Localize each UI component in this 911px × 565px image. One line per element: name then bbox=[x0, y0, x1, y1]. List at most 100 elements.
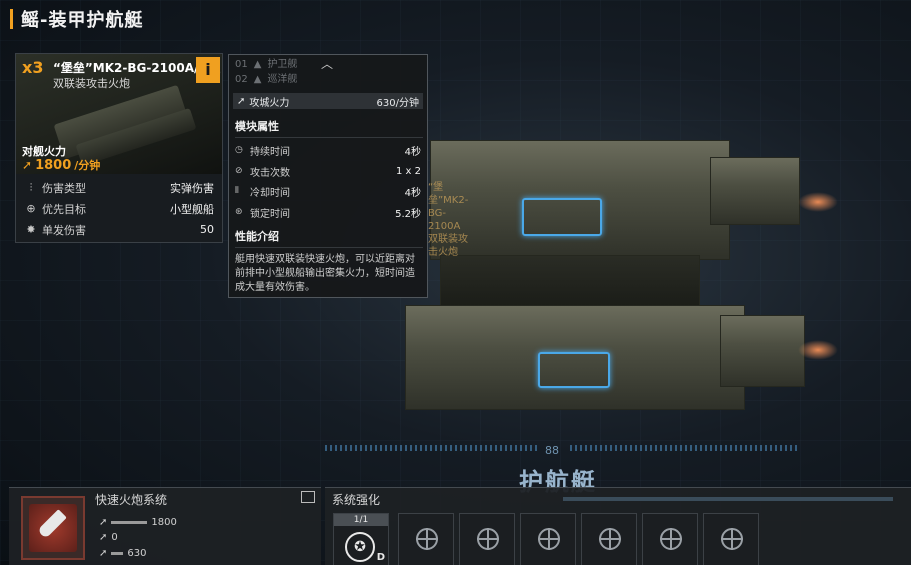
ship-mid-frame bbox=[440, 255, 700, 310]
stat-label: 单发伤害 bbox=[42, 223, 86, 237]
firepower-number: 1800 bbox=[35, 157, 72, 173]
ship-upper-engine bbox=[710, 157, 800, 225]
title-bar: 鳐-装甲护航艇 bbox=[10, 6, 143, 32]
stat-row: ✸ 单发伤害 50 bbox=[16, 219, 222, 240]
firepower-unit: /分钟 bbox=[74, 159, 101, 172]
system-stat-value: 0 bbox=[111, 532, 118, 543]
module-row: ⫴ 冷却时间 4秒 bbox=[235, 182, 421, 200]
module-row: ⊛ 锁定时间 5.2秒 bbox=[235, 203, 421, 221]
system-stat-row: ➚ 630 bbox=[99, 548, 146, 559]
turret-highlight-upper[interactable] bbox=[522, 198, 602, 236]
hits-icon: ⊘ bbox=[235, 166, 243, 176]
divider bbox=[235, 137, 423, 138]
stat-row: ⫶ 伤害类型 实弹伤害 bbox=[16, 177, 222, 198]
crosshair-icon bbox=[721, 528, 743, 550]
ship-type-icon: ▲ bbox=[253, 74, 262, 85]
ship-type-name: 护卫舰 bbox=[267, 59, 298, 70]
arrow-icon: ➚ bbox=[99, 548, 108, 559]
perf-description: 艇用快速双联装快速火炮，可以近距离对前排中小型舰船输出密集火力，短时间造成大量有… bbox=[235, 254, 415, 293]
module-label: 攻击次数 bbox=[250, 167, 290, 179]
engine-glow-lower bbox=[798, 340, 838, 360]
stat-value: 小型舰船 bbox=[170, 202, 214, 216]
info-button[interactable]: i bbox=[196, 57, 220, 83]
weapon-tooltip: 01 ▲ 护卫舰 02 ▲ 巡洋舰 ︿ ➚ 攻城火力 630/分钟 模块属性 ◷… bbox=[228, 54, 428, 298]
enhance-slot-empty[interactable] bbox=[703, 513, 759, 565]
weapon-stats: ⫶ 伤害类型 实弹伤害 ⊕ 优先目标 小型舰船 ✸ 单发伤害 50 bbox=[16, 177, 222, 240]
siege-firepower-row: ➚ 攻城火力 630/分钟 bbox=[233, 93, 423, 109]
enhance-slot-equipped[interactable]: 1/1 ✪ D bbox=[333, 513, 389, 565]
chevron-up-icon[interactable]: ︿ bbox=[321, 55, 333, 72]
module-value: 5.2秒 bbox=[395, 208, 421, 220]
crosshair-icon bbox=[660, 528, 682, 550]
arrow-icon: ➚ bbox=[99, 517, 108, 528]
ship-tag-line2: 双联装攻击火炮 bbox=[428, 234, 468, 258]
ship-type-num: 01 bbox=[235, 59, 248, 70]
siege-value: 630/分钟 bbox=[376, 97, 419, 109]
hud-scale-right bbox=[570, 445, 800, 451]
module-label: 持续时间 bbox=[250, 146, 290, 158]
arrow-icon: ➚ bbox=[99, 532, 108, 543]
stat-bar bbox=[111, 521, 148, 524]
cooldown-icon: ⫴ bbox=[235, 186, 239, 196]
enhance-tab-strip bbox=[563, 497, 893, 501]
system-title: 快速火炮系统 bbox=[95, 493, 168, 507]
crosshair-icon bbox=[538, 528, 560, 550]
enhance-panel: 系统强化 1/1 ✪ D bbox=[325, 487, 911, 565]
ship-type-row: 01 ▲ 护卫舰 bbox=[235, 57, 297, 72]
title-accent bbox=[10, 9, 13, 29]
clock-icon: ◷ bbox=[235, 145, 243, 155]
ship-type-num: 02 bbox=[235, 74, 248, 85]
firepower-arrow-icon: ➚ bbox=[22, 158, 33, 172]
module-value: 4秒 bbox=[404, 187, 421, 199]
stat-value: 50 bbox=[200, 223, 214, 236]
enhance-slot-empty[interactable] bbox=[459, 513, 515, 565]
enhance-slot-empty[interactable] bbox=[581, 513, 637, 565]
weapon-card[interactable]: x3 “堡垒”MK2-BG-2100A/D型 双联装攻击火炮 i 对舰火力 ➚ … bbox=[15, 53, 223, 243]
system-thumbnail[interactable] bbox=[21, 496, 85, 560]
system-stat-value: 1800 bbox=[151, 517, 177, 528]
hud-number: 88 bbox=[545, 444, 559, 457]
crosshair-icon bbox=[599, 528, 621, 550]
system-stat-row: ➚ 1800 bbox=[99, 517, 177, 528]
ship-weapon-tag: “堡垒”MK2-BG-2100A 双联装攻击火炮 bbox=[428, 181, 468, 259]
stat-row: ⊕ 优先目标 小型舰船 bbox=[16, 198, 222, 219]
target-icon: ⊕ bbox=[26, 201, 36, 215]
module-row: ◷ 持续时间 4秒 bbox=[235, 141, 421, 159]
ship-type-name: 巡洋舰 bbox=[267, 74, 298, 85]
module-value: 1 x 2 bbox=[396, 165, 421, 177]
weapon-subtitle: 双联装攻击火炮 bbox=[53, 77, 130, 90]
siege-arrow-icon: ➚ bbox=[237, 95, 246, 107]
perf-title: 性能介绍 bbox=[235, 230, 279, 243]
turret-highlight-lower[interactable] bbox=[538, 352, 610, 388]
slot-count: 1/1 bbox=[334, 514, 388, 526]
ship-type-row: 02 ▲ 巡洋舰 bbox=[235, 72, 297, 87]
enhance-slot-empty[interactable] bbox=[520, 513, 576, 565]
lock-icon: ⊛ bbox=[235, 207, 243, 217]
system-stat-row: ➚ 0 bbox=[99, 532, 118, 543]
enhance-slot-empty[interactable] bbox=[398, 513, 454, 565]
system-stat-value: 630 bbox=[127, 548, 147, 559]
system-panel: 快速火炮系统 ➚ 1800 ➚ 0 ➚ 630 bbox=[9, 487, 321, 565]
siege-label: 攻城火力 bbox=[249, 97, 290, 109]
module-label: 冷却时间 bbox=[250, 187, 290, 199]
hud-scale-left bbox=[325, 445, 540, 451]
slot-grade: D bbox=[376, 552, 385, 563]
ship-tag-line1: “堡垒”MK2-BG-2100A bbox=[428, 182, 469, 232]
enhance-slot-empty[interactable] bbox=[642, 513, 698, 565]
ship-type-icon: ▲ bbox=[253, 59, 262, 70]
weapon-quantity: x3 bbox=[22, 58, 44, 77]
stat-label: 优先目标 bbox=[42, 202, 86, 216]
firepower-value: ➚ 1800 /分钟 bbox=[22, 157, 100, 173]
copy-icon[interactable] bbox=[301, 491, 315, 503]
crosshair-icon bbox=[477, 528, 499, 550]
crosshair-icon bbox=[416, 528, 438, 550]
divider bbox=[235, 247, 423, 248]
damage-type-icon: ⫶ bbox=[29, 180, 33, 194]
stat-label: 伤害类型 bbox=[42, 181, 86, 195]
stat-value: 实弹伤害 bbox=[170, 181, 214, 195]
stat-bar bbox=[111, 552, 124, 555]
page-title: 鳐-装甲护航艇 bbox=[21, 10, 144, 31]
ship-lower-engine bbox=[720, 315, 805, 387]
module-value: 4秒 bbox=[404, 146, 421, 158]
module-label: 锁定时间 bbox=[250, 208, 290, 220]
